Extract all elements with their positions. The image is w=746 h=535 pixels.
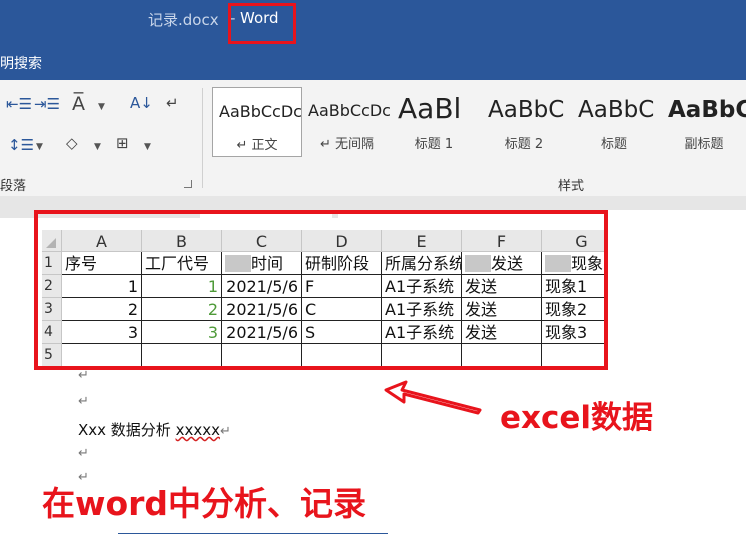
style-preview: AaBbCcDc bbox=[219, 102, 302, 121]
styles-group-label: 样式 bbox=[558, 179, 585, 194]
style-label: 标题 bbox=[600, 137, 627, 152]
increase-indent-icon[interactable]: ⇥☰ bbox=[34, 95, 60, 113]
style-preview: AaBbCcDc bbox=[308, 101, 391, 120]
document-line-text: Xxx 数据分析 bbox=[78, 421, 176, 439]
style-heading-1[interactable]: AaBl 标题 1 bbox=[392, 87, 476, 157]
document-line[interactable]: Xxx 数据分析 xxxxx↵ bbox=[78, 419, 231, 440]
misspelled-word: xxxxx bbox=[175, 421, 220, 439]
line-spacing-icon[interactable]: ↕☰ bbox=[8, 136, 34, 154]
chevron-down-icon[interactable]: ▼ bbox=[36, 142, 43, 152]
tell-me-bar bbox=[0, 44, 746, 80]
style-title[interactable]: AaBbC 标题 bbox=[572, 87, 656, 157]
paragraph-mark: ↵ bbox=[219, 424, 231, 439]
word-record-annotation: 在word中分析、记录 bbox=[42, 484, 367, 523]
document-title: 记录.docx bbox=[148, 11, 219, 29]
title-bar bbox=[0, 0, 746, 44]
borders-icon[interactable]: ⊞ bbox=[116, 134, 129, 152]
chevron-down-icon[interactable]: ▼ bbox=[144, 142, 151, 152]
excel-data-annotation: excel数据 bbox=[500, 400, 654, 436]
app-name-highlight-box bbox=[228, 3, 296, 44]
style-label: 标题 2 bbox=[504, 137, 544, 152]
chevron-down-icon[interactable]: ▼ bbox=[94, 142, 101, 152]
style-preview: AaBbC bbox=[488, 97, 565, 123]
style-label: ↵ 无间隔 bbox=[319, 137, 375, 152]
style-preview: AaBbC bbox=[578, 97, 655, 123]
paragraph-mark: ↵ bbox=[78, 368, 89, 383]
decrease-indent-icon[interactable]: ⇤☰ bbox=[6, 95, 32, 113]
sort-icon[interactable]: A↓ bbox=[130, 94, 153, 112]
style-preview: AaBbC bbox=[668, 97, 746, 123]
style-preview: AaBl bbox=[398, 92, 462, 125]
paragraph-group-label: 段落 bbox=[0, 179, 27, 194]
shading-icon[interactable]: ◇ bbox=[66, 134, 78, 152]
style-label: 标题 1 bbox=[414, 137, 454, 152]
chinese-layout-icon[interactable]: A̅ bbox=[72, 93, 85, 115]
style-normal[interactable]: AaBbCcDc ↵ 正文 bbox=[212, 87, 302, 157]
paragraph-mark: ↵ bbox=[78, 394, 89, 409]
style-heading-2[interactable]: AaBbC 标题 2 bbox=[482, 87, 566, 157]
show-marks-icon[interactable]: ↵ bbox=[166, 94, 179, 112]
excel-highlight-box bbox=[34, 210, 608, 370]
text-underline bbox=[118, 533, 388, 534]
ribbon-group-divider bbox=[202, 88, 203, 188]
paragraph-mark: ↵ bbox=[78, 446, 89, 461]
arrow-icon bbox=[384, 380, 482, 415]
style-subtitle[interactable]: AaBbC 副标题 bbox=[662, 87, 746, 157]
style-label: ↵ 正文 bbox=[236, 138, 278, 153]
style-no-spacing[interactable]: AaBbCcDc ↵ 无间隔 bbox=[302, 87, 392, 157]
style-label: 副标题 bbox=[684, 137, 724, 152]
chevron-down-icon[interactable]: ▼ bbox=[98, 102, 105, 112]
tell-me-search[interactable]: 明搜索 bbox=[0, 53, 42, 73]
dialog-launcher-icon[interactable] bbox=[184, 180, 192, 188]
